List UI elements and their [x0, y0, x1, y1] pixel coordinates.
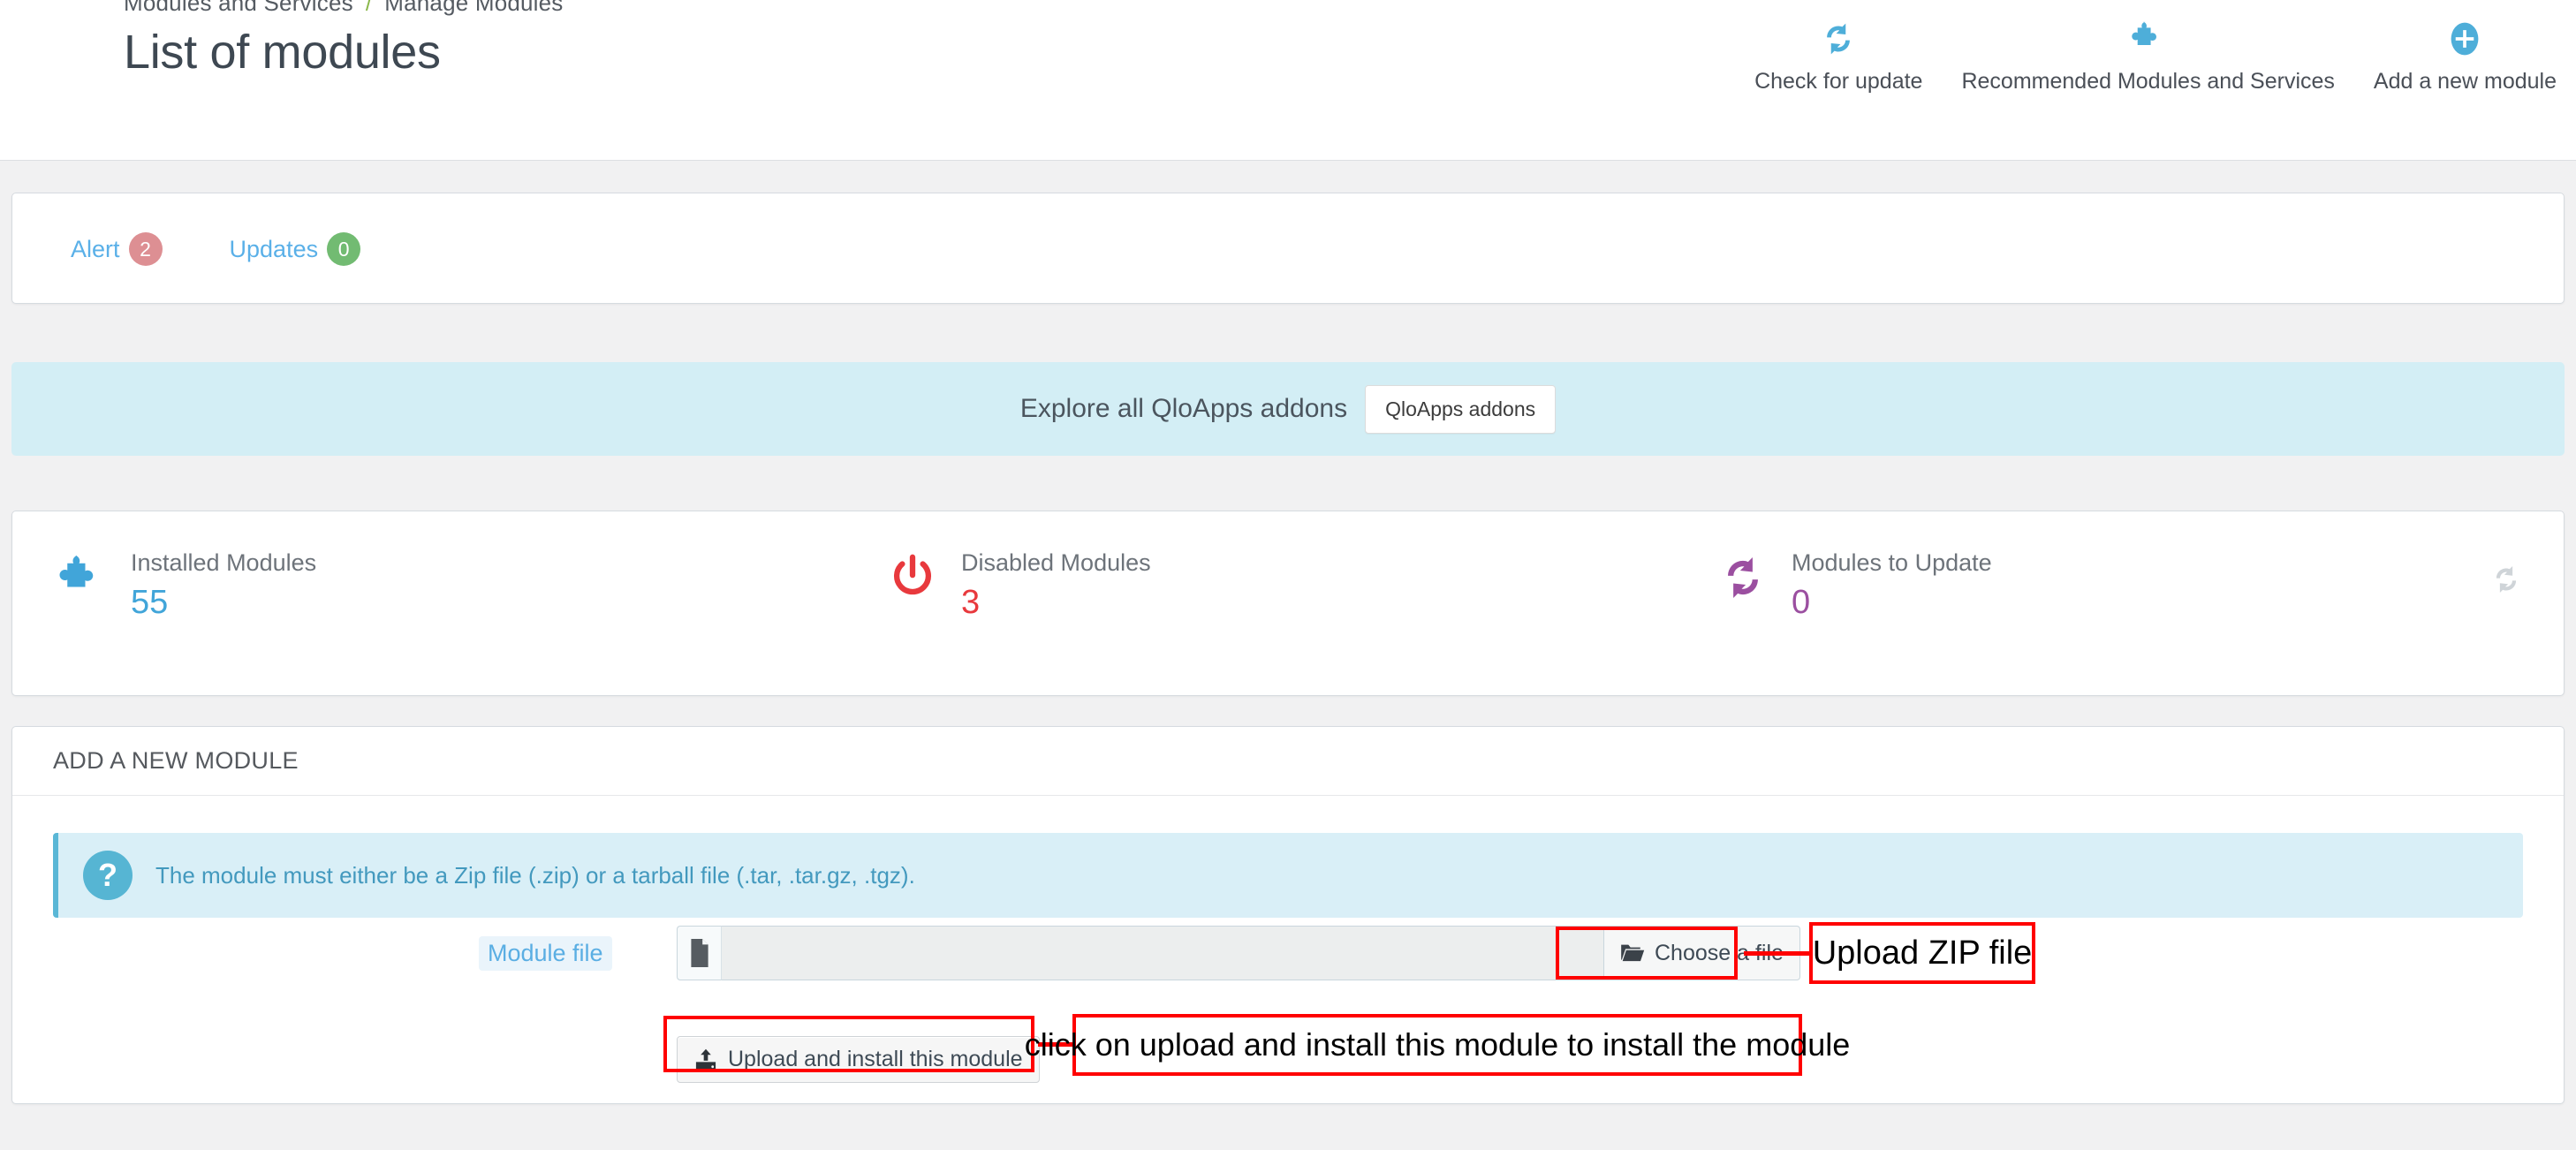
upload-icon — [693, 1048, 718, 1072]
add-new-module-label: Add a new module — [2373, 69, 2557, 94]
module-format-info-alert: ? The module must either be a Zip file (… — [53, 833, 2523, 918]
stat-disabled-modules-value: 3 — [961, 583, 981, 621]
upload-and-install-module-label: Upload and install this module — [728, 1047, 1023, 1071]
stat-modules-to-update-value: 0 — [1792, 583, 1811, 621]
module-filter-panel: Alert 2 Updates 0 — [11, 193, 2565, 304]
add-new-module-panel-header: ADD A NEW MODULE — [12, 727, 2564, 796]
addons-banner-text: Explore all QloApps addons — [1019, 394, 1348, 423]
check-for-update-button[interactable]: Check for update — [1735, 16, 1942, 95]
plus-circle-icon — [2445, 16, 2484, 62]
stat-modules-to-update-label: Modules to Update — [1792, 549, 1992, 576]
annotation-callout-upload-and-install: click on upload and install this module … — [1025, 1014, 1850, 1076]
module-file-label: Module file — [479, 935, 612, 971]
filter-tab-updates-label: Updates — [229, 235, 319, 262]
filter-tab-alert-badge: 2 — [128, 232, 163, 266]
add-new-module-panel-title: ADD A NEW MODULE — [53, 747, 299, 774]
page-header: Modules and Services / Manage Modules List… — [0, 0, 2576, 161]
module-format-info-text: The module must either be a Zip file (.z… — [155, 861, 915, 889]
upload-and-install-module-button[interactable]: Upload and install this module — [677, 1036, 1040, 1083]
qloapps-addons-button[interactable]: QloApps addons — [1365, 384, 1557, 434]
question-mark-icon: ? — [83, 851, 133, 900]
annotation-callout-upload-zip-file-text: Upload ZIP file — [1812, 934, 2033, 972]
annotation-callout-upload-zip-file: Upload ZIP file — [1809, 922, 2035, 984]
stat-installed-modules-value: 55 — [131, 583, 169, 621]
power-icon — [882, 552, 943, 603]
stat-installed-modules: Installed Modules 55 — [12, 511, 843, 624]
add-new-module-button[interactable]: Add a new module — [2354, 16, 2576, 95]
module-file-control: Choose a file — [677, 926, 1800, 980]
recommended-modules-label: Recommended Modules and Services — [1961, 69, 2335, 94]
stat-modules-to-update: Modules to Update 0 — [1673, 511, 2504, 624]
breadcrumb-separator: / — [365, 0, 373, 16]
check-for-update-label: Check for update — [1754, 69, 1923, 94]
annotation-connector-upload-zip — [1744, 951, 1809, 956]
module-filter-tabs: Alert 2 Updates 0 — [71, 232, 428, 266]
breadcrumb-item-manage-modules[interactable]: Manage Modules — [384, 0, 563, 16]
file-icon — [677, 926, 721, 980]
refresh-icon — [1819, 16, 1858, 62]
stat-disabled-modules-label: Disabled Modules — [961, 549, 1151, 576]
refresh-stats-icon[interactable] — [2489, 563, 2523, 601]
refresh-icon — [1712, 552, 1774, 603]
filter-tab-updates-badge: 0 — [327, 232, 361, 266]
addons-banner: Explore all QloApps addons QloApps addon… — [11, 362, 2565, 456]
module-stats-panel: Installed Modules 55 Disabled Modules 3 … — [11, 511, 2565, 696]
puzzle-icon — [2129, 16, 2168, 62]
recommended-modules-button[interactable]: Recommended Modules and Services — [1942, 16, 2353, 95]
page-title: List of modules — [124, 26, 441, 79]
breadcrumb: Modules and Services / Manage Modules — [124, 0, 564, 17]
stat-installed-modules-label: Installed Modules — [131, 549, 317, 576]
module-file-input[interactable] — [721, 926, 1604, 980]
puzzle-icon — [51, 552, 113, 605]
filter-tab-updates[interactable]: Updates 0 — [230, 232, 361, 266]
annotation-callout-upload-and-install-text: click on upload and install this module … — [1024, 1026, 1851, 1063]
filter-tab-alert-label: Alert — [71, 235, 120, 262]
folder-open-icon — [1620, 942, 1645, 964]
breadcrumb-item-modules-and-services[interactable]: Modules and Services — [124, 0, 353, 16]
stat-disabled-modules: Disabled Modules 3 — [843, 511, 1673, 624]
filter-tab-alert[interactable]: Alert 2 — [71, 232, 163, 266]
module-submit-row: Upload and install this module — [677, 1036, 1040, 1083]
header-actions: Check for update Recommended Modules and… — [1735, 16, 2576, 95]
